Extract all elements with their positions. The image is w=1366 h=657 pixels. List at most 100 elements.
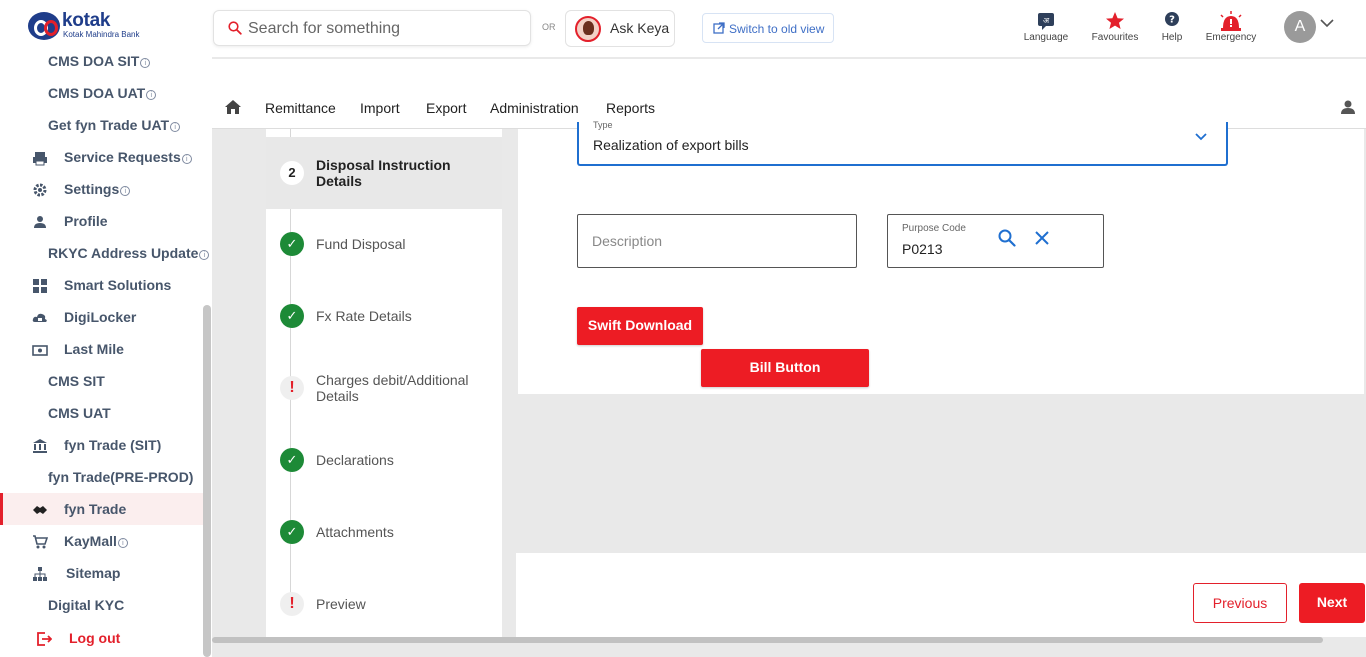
sidebar-item-label: Settings i: [64, 181, 131, 197]
info-icon[interactable]: i: [140, 58, 151, 68]
sidebar-item-label: RKYC Address Update i: [48, 245, 210, 261]
sidebar-item-label: Log out: [69, 630, 121, 646]
info-icon[interactable]: i: [181, 154, 192, 164]
emergency-button[interactable]: Emergency: [1202, 10, 1260, 43]
sidebar-item-label: Last Mile: [64, 341, 124, 357]
favourites-button[interactable]: Favourites: [1090, 10, 1140, 43]
brand-name: kotak: [62, 10, 111, 31]
step-number: 2: [280, 161, 304, 185]
info-icon[interactable]: i: [117, 538, 128, 548]
switch-old-view-button[interactable]: Switch to old view: [702, 13, 834, 43]
help-button[interactable]: ? Help: [1156, 10, 1188, 43]
info-icon[interactable]: i: [170, 122, 181, 132]
chevron-down-icon: [1195, 133, 1207, 141]
type-label: Type: [593, 120, 613, 130]
home-icon[interactable]: [224, 99, 242, 115]
sidebar-item-kaymall[interactable]: KayMall i: [0, 525, 204, 557]
check-icon: ✓: [280, 232, 304, 256]
sidebar-item-fyn-trade-pre-prod[interactable]: fyn Trade(PRE-PROD): [0, 461, 204, 493]
check-icon: ✓: [280, 448, 304, 472]
menu-import[interactable]: Import: [360, 100, 400, 116]
sidebar-item-log-out[interactable]: Log out: [0, 622, 204, 654]
step-fx-rate-details[interactable]: ✓ Fx Rate Details: [266, 280, 502, 352]
user-icon[interactable]: [1340, 99, 1356, 115]
user-avatar[interactable]: A: [1284, 11, 1316, 43]
next-button[interactable]: Next: [1299, 583, 1365, 623]
sidebar-item-cms-uat[interactable]: CMS UAT: [0, 397, 204, 429]
step-label: Charges debit/Additional Details: [316, 372, 469, 404]
step-attachments[interactable]: ✓ Attachments: [266, 496, 502, 568]
menu-export[interactable]: Export: [426, 100, 466, 116]
sidebar-item-label: Profile: [64, 213, 108, 229]
swift-download-button[interactable]: Swift Download: [577, 307, 703, 345]
step-preview[interactable]: ! Preview: [266, 568, 502, 640]
step-label: Attachments: [316, 524, 394, 540]
chevron-down-icon[interactable]: [1320, 18, 1334, 28]
type-value: Realization of export bills: [593, 137, 749, 153]
sidebar-scrollbar[interactable]: [203, 305, 211, 657]
language-label: Language: [1023, 32, 1069, 43]
brand-subtitle: Kotak Mahindra Bank: [63, 30, 140, 39]
sidebar-item-smart-solutions[interactable]: Smart Solutions: [0, 269, 204, 301]
sidebar-item-label: fyn Trade (SIT): [64, 437, 162, 453]
info-icon[interactable]: i: [120, 186, 131, 196]
sidebar: CMS DOA SIT i CMS DOA UAT i Get fyn Trade UA…: [0, 45, 212, 657]
sidebar-item-label: Service Requests i: [64, 149, 192, 165]
sidebar-item-label: Sitemap: [66, 565, 121, 581]
logout-icon: [37, 632, 52, 646]
ask-keya-button[interactable]: Ask Keya: [565, 10, 675, 47]
step-fund-disposal[interactable]: ✓ Fund Disposal: [266, 208, 502, 280]
kotak-logo[interactable]: kotak Kotak Mahindra Bank: [28, 10, 168, 42]
sidebar-item-digilocker[interactable]: DigiLocker: [0, 301, 204, 333]
step-declarations[interactable]: ✓ Declarations: [266, 424, 502, 496]
favourites-label: Favourites: [1091, 32, 1139, 43]
sidebar-item-rkyc-address-update[interactable]: RKYC Address Update i: [0, 237, 210, 269]
emergency-label: Emergency: [1205, 32, 1257, 43]
sidebar-item-cms-doa-uat[interactable]: CMS DOA UAT i: [0, 77, 204, 109]
sidebar-item-label: CMS SIT: [48, 373, 105, 389]
sidebar-item-label: fyn Trade(PRE-PROD): [48, 469, 194, 485]
sidebar-item-get-fyn-trade-uat[interactable]: Get fyn Trade UAT i: [0, 109, 204, 141]
sidebar-item-label: Get fyn Trade UAT i: [48, 117, 181, 133]
check-icon: ✓: [280, 304, 304, 328]
sidebar-item-sitemap[interactable]: Sitemap: [0, 557, 204, 589]
menu-administration[interactable]: Administration: [490, 100, 579, 116]
description-placeholder: Description: [592, 233, 663, 249]
search-icon[interactable]: [998, 229, 1016, 247]
sidebar-item-label: DigiLocker: [64, 309, 137, 325]
sidebar-item-settings[interactable]: Settings i: [0, 173, 204, 205]
search-input[interactable]: Search for something: [213, 10, 531, 46]
close-icon[interactable]: [1034, 230, 1050, 246]
menu-remittance[interactable]: Remittance: [265, 100, 336, 116]
step-label: Disposal Instruction Details: [316, 157, 451, 189]
printer-icon: [33, 152, 47, 166]
step-label: Declarations: [316, 452, 394, 468]
sidebar-item-fyn-trade[interactable]: fyn Trade: [0, 493, 204, 525]
bill-button[interactable]: Bill Button: [701, 349, 869, 387]
or-label: OR: [542, 22, 556, 32]
menu-reports[interactable]: Reports: [606, 100, 655, 116]
handshake-icon: [33, 506, 47, 514]
step-charges-debit-additional-details[interactable]: ! Charges debit/Additional Details: [266, 352, 502, 424]
previous-button[interactable]: Previous: [1193, 583, 1287, 623]
sidebar-item-fyn-trade-sit[interactable]: fyn Trade (SIT): [0, 429, 204, 461]
sidebar-item-profile[interactable]: Profile: [0, 205, 204, 237]
sidebar-item-label: CMS UAT: [48, 405, 111, 421]
sidebar-item-cms-sit[interactable]: CMS SIT: [0, 365, 204, 397]
step-label: Fx Rate Details: [316, 308, 412, 324]
horizontal-scrollbar[interactable]: [212, 637, 1323, 643]
language-button[interactable]: अ Language: [1022, 10, 1070, 43]
step-disposal-instruction-details[interactable]: 2 Disposal Instruction Details: [266, 137, 502, 209]
sidebar-item-cms-doa-sit[interactable]: CMS DOA SIT i: [0, 45, 204, 77]
sidebar-item-last-mile[interactable]: Last Mile: [0, 333, 204, 365]
info-icon[interactable]: i: [146, 90, 157, 100]
cloud-lock-icon: [32, 313, 47, 322]
description-field[interactable]: Description: [577, 214, 857, 268]
purpose-code-field[interactable]: Purpose Code P0213: [887, 214, 1104, 268]
ask-keya-label: Ask Keya: [610, 20, 670, 36]
sidebar-item-digital-kyc[interactable]: Digital KYC: [0, 589, 204, 621]
type-select[interactable]: Type Realization of export bills: [577, 120, 1228, 166]
sidebar-item-service-requests[interactable]: Service Requests i: [0, 141, 204, 173]
info-icon[interactable]: i: [199, 250, 210, 260]
language-icon: अ: [1038, 13, 1054, 30]
